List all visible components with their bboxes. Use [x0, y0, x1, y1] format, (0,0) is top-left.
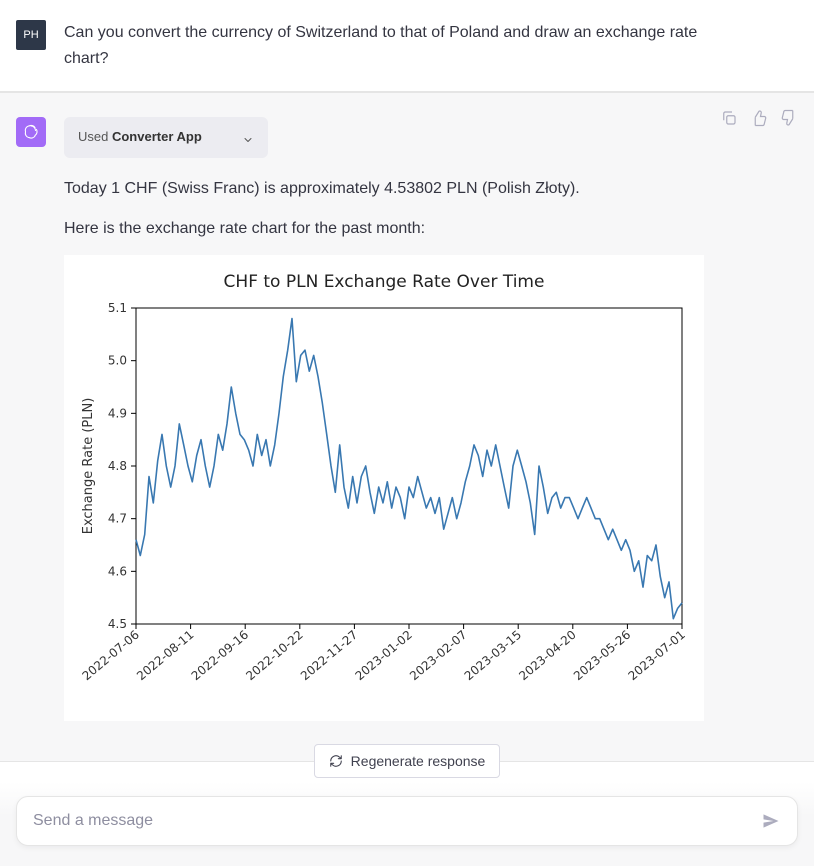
- svg-text:2023-02-07: 2023-02-07: [407, 628, 469, 684]
- svg-text:4.5: 4.5: [108, 617, 127, 631]
- svg-text:5.1: 5.1: [108, 302, 127, 315]
- svg-text:5.0: 5.0: [108, 354, 127, 368]
- assistant-text-line2: Here is the exchange rate chart for the …: [64, 216, 724, 242]
- message-actions: [720, 109, 798, 127]
- message-input[interactable]: [33, 812, 761, 830]
- plugin-used-name: Converter App: [112, 129, 202, 144]
- svg-text:2022-11-27: 2022-11-27: [298, 628, 360, 684]
- refresh-icon: [329, 754, 343, 768]
- svg-text:2022-09-16: 2022-09-16: [189, 628, 251, 684]
- thumbs-up-icon[interactable]: [750, 109, 768, 127]
- chart-title: CHF to PLN Exchange Rate Over Time: [74, 269, 694, 296]
- svg-text:4.6: 4.6: [108, 565, 127, 579]
- svg-text:2023-04-20: 2023-04-20: [516, 628, 578, 684]
- assistant-content: Used Converter App Today 1 CHF (Swiss Fr…: [64, 117, 724, 721]
- svg-text:2023-05-26: 2023-05-26: [571, 628, 633, 684]
- svg-text:4.8: 4.8: [108, 459, 127, 473]
- svg-text:2022-10-22: 2022-10-22: [243, 628, 305, 684]
- user-message-row: PH Can you convert the currency of Switz…: [0, 0, 814, 92]
- svg-text:Exchange Rate (PLN): Exchange Rate (PLN): [81, 398, 96, 535]
- plugin-used-label: Used Converter App: [78, 127, 202, 148]
- openai-logo-icon: [21, 122, 41, 142]
- thumbs-down-icon[interactable]: [780, 109, 798, 127]
- user-avatar: PH: [16, 20, 46, 50]
- svg-text:2023-01-02: 2023-01-02: [352, 628, 414, 684]
- regenerate-button[interactable]: Regenerate response: [314, 744, 501, 778]
- svg-text:2022-07-06: 2022-07-06: [79, 628, 141, 684]
- assistant-text-line1: Today 1 CHF (Swiss Franc) is approximate…: [64, 176, 724, 202]
- chart-container: CHF to PLN Exchange Rate Over Time 4.54.…: [64, 255, 704, 721]
- assistant-message-row: Used Converter App Today 1 CHF (Swiss Fr…: [0, 92, 814, 762]
- send-icon[interactable]: [761, 811, 781, 831]
- svg-text:4.9: 4.9: [108, 407, 127, 421]
- svg-text:4.7: 4.7: [108, 512, 127, 526]
- svg-text:2023-03-15: 2023-03-15: [462, 628, 524, 684]
- composer-area: [0, 782, 814, 866]
- plugin-used-chip[interactable]: Used Converter App: [64, 117, 268, 158]
- svg-text:2023-07-01: 2023-07-01: [625, 628, 687, 684]
- svg-text:2022-08-11: 2022-08-11: [134, 628, 196, 684]
- chevron-down-icon: [242, 132, 254, 144]
- exchange-rate-chart: 4.5 4.6 4.7 4.8 4.9 5.0 5.1 Exchange Rate (PLN)…: [74, 302, 694, 702]
- user-message-text: Can you convert the currency of Switzerl…: [64, 20, 724, 71]
- user-avatar-initials: PH: [23, 29, 38, 41]
- regenerate-label: Regenerate response: [351, 753, 486, 769]
- assistant-avatar: [16, 117, 46, 147]
- composer[interactable]: [16, 796, 798, 846]
- copy-icon[interactable]: [720, 109, 738, 127]
- plugin-used-prefix: Used: [78, 129, 112, 144]
